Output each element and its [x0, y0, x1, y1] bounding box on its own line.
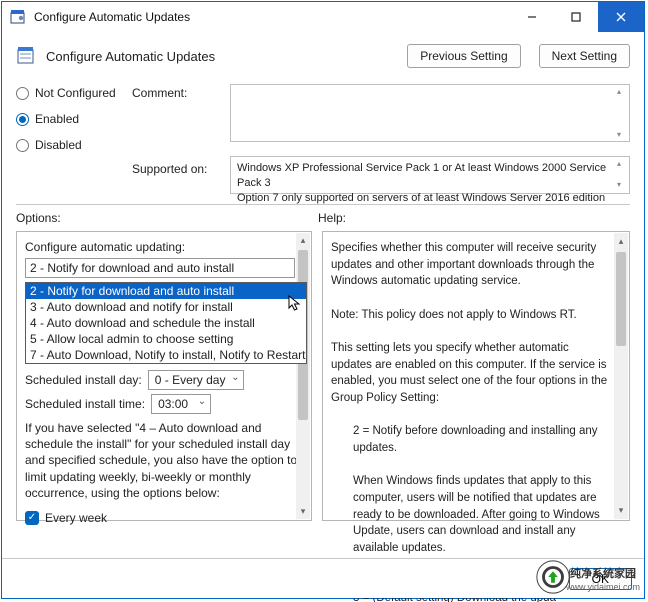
help-scrollbar[interactable]: ▴ ▾ [614, 233, 628, 519]
window-root: Configure Automatic Updates Configure Au… [1, 1, 645, 599]
radio-disabled[interactable]: Disabled [16, 138, 124, 152]
help-text: Specifies whether this computer will rec… [331, 240, 611, 602]
every-week-label: Every week [45, 511, 107, 525]
scroll-down-icon[interactable]: ▾ [301, 504, 306, 519]
content-area: Configure Automatic Updates Previous Set… [2, 32, 644, 531]
policy-icon [16, 45, 36, 67]
mouse-cursor-icon [288, 295, 302, 316]
scrollbar[interactable]: ▴▾ [617, 159, 627, 191]
previous-setting-button[interactable]: Previous Setting [407, 44, 520, 68]
select-value: 2 - Notify for download and auto install [30, 261, 234, 275]
options-description: If you have selected "4 – Auto download … [25, 420, 301, 501]
scroll-down-icon[interactable]: ▾ [619, 502, 624, 519]
comment-textarea[interactable]: ▴▾ [230, 84, 630, 142]
sched-time-label: Scheduled install time: [25, 397, 145, 411]
top-section: Not Configured Enabled Disabled Comment:… [16, 84, 630, 194]
checkbox-checked-icon [25, 511, 39, 525]
radio-label: Disabled [35, 138, 82, 152]
window-title: Configure Automatic Updates [34, 10, 510, 24]
scheduled-install-time-row: Scheduled install time: 03:00 [25, 394, 297, 414]
scroll-up-icon[interactable]: ▴ [301, 233, 306, 248]
top-fields-col: ▴▾ Windows XP Professional Service Pack … [230, 84, 630, 194]
titlebar: Configure Automatic Updates [2, 2, 644, 32]
dropdown-item[interactable]: 2 - Notify for download and auto install [26, 283, 306, 299]
radio-label: Enabled [35, 112, 79, 126]
supported-on-text: Windows XP Professional Service Pack 1 o… [230, 156, 630, 194]
configure-updating-select[interactable]: 2 - Notify for download and auto install [25, 258, 295, 278]
maximize-button[interactable] [554, 2, 598, 32]
panels-row: Configure automatic updating: 2 - Notify… [16, 231, 630, 521]
radio-icon [16, 87, 29, 100]
dropdown-item[interactable]: 5 - Allow local admin to choose setting [26, 331, 306, 347]
radio-icon [16, 139, 29, 152]
configure-updating-dropdown: 2 - Notify for download and auto install… [25, 282, 307, 364]
watermark-text: 纯净系统家园 www.yidaimei.com [566, 568, 640, 594]
supported-on-label: Supported on: [132, 160, 222, 176]
options-label: Options: [16, 211, 318, 225]
radio-not-configured[interactable]: Not Configured [16, 86, 124, 100]
dropdown-item[interactable]: 7 - Auto Download, Notify to install, No… [26, 347, 306, 363]
configure-updating-label: Configure automatic updating: [25, 240, 311, 254]
window-buttons [510, 2, 644, 32]
header-row: Configure Automatic Updates Previous Set… [16, 44, 630, 68]
scheduled-install-day-row: Scheduled install day: 0 - Every day [25, 370, 297, 390]
app-icon [10, 9, 26, 25]
help-label: Help: [318, 211, 630, 225]
scrollbar[interactable]: ▴▾ [617, 87, 627, 139]
close-button[interactable] [598, 2, 644, 32]
panels-header: Options: Help: [16, 211, 630, 225]
options-panel: Configure automatic updating: 2 - Notify… [16, 231, 312, 521]
state-radio-group: Not Configured Enabled Disabled [16, 84, 124, 152]
page-heading: Configure Automatic Updates [46, 49, 389, 64]
dropdown-item[interactable]: 4 - Auto download and schedule the insta… [26, 315, 306, 331]
dropdown-item[interactable]: 3 - Auto download and notify for install [26, 299, 306, 315]
bottom-bar: OK 纯净系统家园 www.yidaimei.com [2, 558, 644, 598]
radio-icon [16, 113, 29, 126]
comment-label: Comment: [132, 84, 222, 100]
scroll-thumb[interactable] [616, 252, 626, 346]
radio-enabled[interactable]: Enabled [16, 112, 124, 126]
options-scrollbar[interactable]: ▴ ▾ [296, 233, 310, 519]
supported-text: Windows XP Professional Service Pack 1 o… [237, 162, 606, 204]
options-lower: Scheduled install day: 0 - Every day Sch… [25, 370, 311, 525]
every-week-row[interactable]: Every week [25, 511, 297, 525]
top-labels-col: Comment: Supported on: [132, 84, 222, 176]
sched-day-label: Scheduled install day: [25, 373, 142, 387]
sched-day-select[interactable]: 0 - Every day [148, 370, 245, 390]
sched-time-select[interactable]: 03:00 [151, 394, 211, 414]
radio-label: Not Configured [35, 86, 116, 100]
next-setting-button[interactable]: Next Setting [539, 44, 630, 68]
help-panel: Specifies whether this computer will rec… [322, 231, 630, 521]
minimize-button[interactable] [510, 2, 554, 32]
scroll-up-icon[interactable]: ▴ [619, 233, 624, 250]
